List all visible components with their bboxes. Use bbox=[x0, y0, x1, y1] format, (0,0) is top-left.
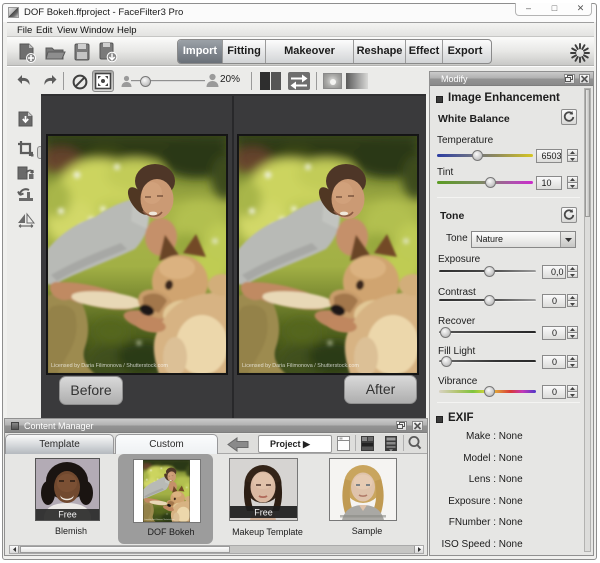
svg-text:Free: Free bbox=[58, 510, 77, 520]
svg-text:Free: Free bbox=[254, 508, 273, 518]
